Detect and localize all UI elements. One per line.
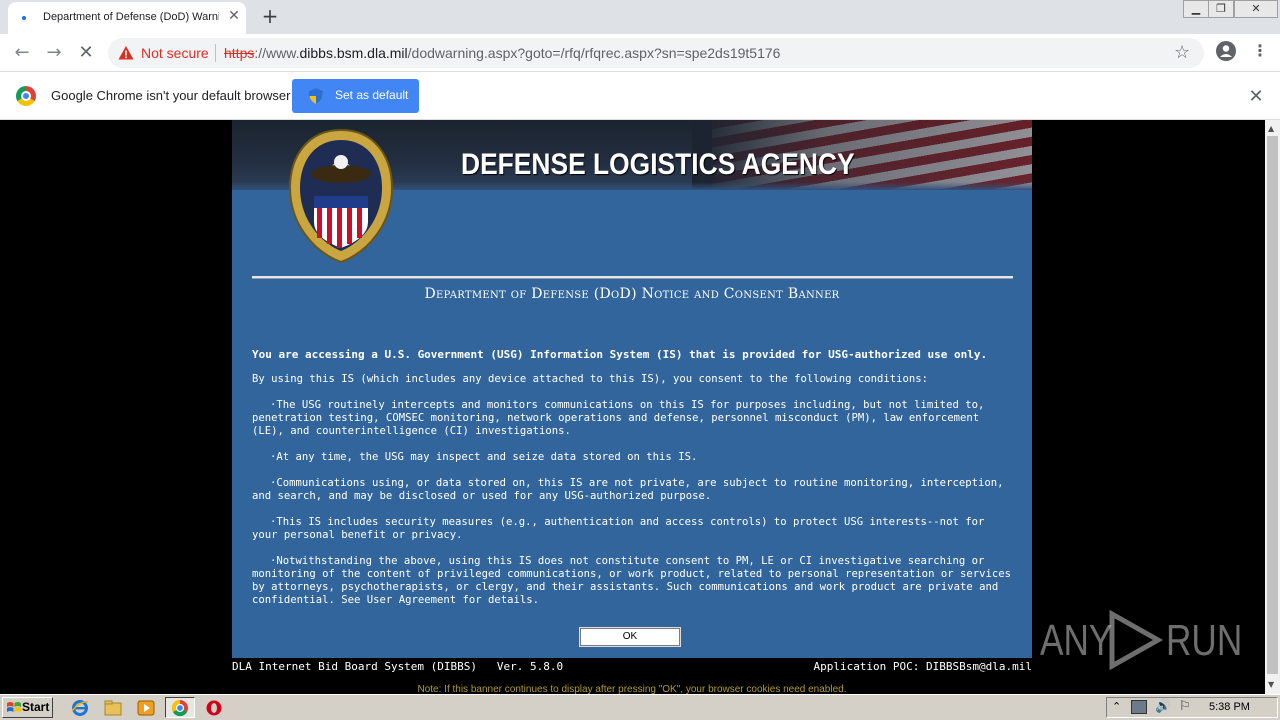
url-host: dibbs.bsm.dla.mil	[299, 45, 408, 61]
notice-title: Department of Defense (DoD) Notice and C…	[424, 286, 840, 302]
network-icon[interactable]	[1131, 700, 1147, 714]
title-divider	[252, 276, 1013, 279]
infobar-message: Google Chrome isn't your default browser	[51, 88, 291, 103]
condition-item: ·This IS includes security measures (e.g…	[252, 516, 985, 541]
default-browser-infobar: Google Chrome isn't your default browser…	[0, 72, 1280, 120]
condition-item: ·Communications using, or data stored on…	[252, 477, 1004, 502]
set-as-default-label: Set as default	[335, 88, 409, 102]
intro-statement: By using this IS (which includes any dev…	[252, 373, 929, 385]
chrome-logo-icon	[16, 86, 36, 106]
condition-item: ·At any time, the USG may inspect and se…	[270, 451, 698, 463]
start-label: Start	[22, 700, 50, 714]
browser-toolbar: ← → ✕ Not secure https://www.dibbs.bsm.d…	[0, 34, 1280, 72]
scroll-up-arrow-icon[interactable]: ▲	[1268, 124, 1274, 133]
omnibox-separator	[215, 44, 216, 62]
media-player-icon[interactable]	[137, 699, 155, 717]
start-button[interactable]: Start	[2, 697, 53, 718]
back-button[interactable]: ←	[10, 41, 34, 65]
address-bar[interactable]: Not secure https://www.dibbs.bsm.dla.mil…	[108, 38, 1204, 68]
account-avatar-icon[interactable]	[1216, 41, 1236, 61]
new-tab-button[interactable]: +	[258, 4, 282, 28]
dla-seal-logo-icon	[288, 128, 394, 264]
url-host-prefix: ://www.	[254, 45, 300, 61]
warning-triangle-icon[interactable]	[118, 45, 134, 61]
forward-button[interactable]: →	[42, 41, 66, 65]
restore-button[interactable]: ❐	[1208, 0, 1234, 18]
volume-icon[interactable]: 🔊	[1155, 699, 1171, 714]
url-scheme: https	[224, 45, 255, 61]
watermark-text-left: ANY	[1040, 616, 1113, 665]
anyrun-watermark: ANY RUN	[1040, 608, 1243, 672]
close-window-button[interactable]: ✕	[1234, 0, 1278, 18]
chrome-icon	[171, 699, 188, 717]
tab-dod-warning[interactable]: Department of Defense (DoD) Warning ✕	[8, 2, 246, 34]
scroll-thumb[interactable]	[1267, 136, 1278, 674]
tray-expand-icon[interactable]: ⌃	[1112, 700, 1121, 713]
action-center-flag-icon[interactable]: ⚐	[1179, 699, 1191, 714]
uac-shield-icon	[309, 88, 323, 104]
system-tray: ⌃ 🔊 ⚐ 5:38 PM	[1106, 697, 1278, 718]
play-triangle-icon	[1109, 610, 1164, 670]
opera-icon[interactable]	[205, 699, 223, 717]
minimize-button[interactable]: ▁	[1183, 0, 1209, 18]
system-version-footer: DLA Internet Bid Board System (DIBBS) Ve…	[232, 660, 564, 673]
loading-favicon-icon	[22, 16, 26, 20]
bookmark-star-icon[interactable]: ☆	[1174, 42, 1190, 63]
tab-strip: Department of Defense (DoD) Warning ✕ + …	[0, 0, 1280, 34]
windows-flag-icon	[7, 702, 21, 712]
person-icon	[1220, 45, 1232, 57]
agency-title: DEFENSE LOGISTICS AGENCY	[461, 148, 855, 181]
chrome-menu-button[interactable]: ⋮	[1252, 42, 1268, 62]
taskbar-clock[interactable]: 5:38 PM	[1209, 701, 1250, 713]
tab-title: Department of Defense (DoD) Warning	[43, 11, 219, 23]
url-path: /dodwarning.aspx?goto=/rfq/rfqrec.aspx?s…	[407, 45, 781, 61]
windows-taskbar: Start ⌃ 🔊 ⚐ 5:38 PM	[0, 694, 1280, 720]
condition-item: ·The USG routinely intercepts and monito…	[252, 399, 985, 437]
condition-item: ·Notwithstanding the above, using this I…	[252, 555, 1011, 606]
not-secure-label[interactable]: Not secure	[141, 45, 209, 61]
set-as-default-button[interactable]: Set as default	[292, 79, 419, 113]
url-text[interactable]: https://www.dibbs.bsm.dla.mil/dodwarning…	[224, 45, 780, 61]
ok-button[interactable]: OK	[579, 627, 681, 647]
infobar-close-icon[interactable]: ✕	[1246, 86, 1266, 107]
cookie-note: Note: If this banner continues to displa…	[417, 684, 847, 694]
taskbar-chrome-button[interactable]	[165, 697, 195, 718]
consent-text: You are accessing a U.S. Government (USG…	[252, 348, 1012, 620]
tab-close-icon[interactable]: ✕	[226, 8, 242, 28]
scroll-down-arrow-icon[interactable]: ▼	[1268, 680, 1274, 689]
stop-loading-button[interactable]: ✕	[74, 41, 98, 65]
internet-explorer-icon[interactable]	[71, 699, 89, 717]
application-poc-footer: Application POC: DIBBSBsm@dla.mil	[813, 660, 1032, 673]
lead-statement: You are accessing a U.S. Government (USG…	[252, 348, 988, 361]
file-explorer-icon[interactable]	[104, 699, 122, 717]
watermark-text-right: RUN	[1166, 616, 1243, 665]
